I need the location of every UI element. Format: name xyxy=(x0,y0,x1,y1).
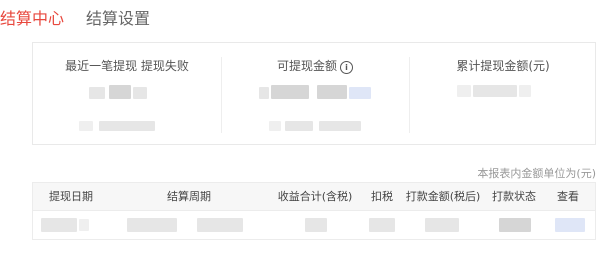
redacted-cell xyxy=(41,218,77,232)
redacted-value xyxy=(133,87,147,99)
summary-latest-withdrawal: 最近一笔提现 提现失败 xyxy=(33,43,221,144)
redacted-value xyxy=(79,121,93,131)
redacted-value xyxy=(319,121,361,131)
latest-withdrawal-title: 最近一笔提现 提现失败 xyxy=(65,59,189,73)
col-settlement-period: 结算周期 xyxy=(167,190,211,203)
redacted-cell xyxy=(425,218,459,232)
view-link[interactable] xyxy=(555,218,585,232)
redacted-value xyxy=(317,85,347,99)
withdrawable-title: 可提现金额 i xyxy=(221,57,409,74)
redacted-value xyxy=(473,85,517,97)
total-withdrawn-title: 累计提现金额(元) xyxy=(456,59,550,73)
redacted-cell xyxy=(499,218,531,232)
amount-unit-note: 本报表内金额单位为(元) xyxy=(477,167,596,180)
redacted-cell xyxy=(305,218,327,232)
redacted-value xyxy=(519,85,531,97)
col-payment-status: 打款状态 xyxy=(492,190,536,203)
withdrawal-table: 提现日期 结算周期 收益合计(含税) 扣税 打款金额(税后) 打款状态 查看 xyxy=(32,182,596,240)
redacted-cell xyxy=(79,219,89,231)
tab-bar: 结算中心 结算设置 xyxy=(0,4,172,30)
tab-settlement-center[interactable]: 结算中心 xyxy=(0,5,64,29)
col-view: 查看 xyxy=(557,190,579,203)
redacted-cell xyxy=(369,218,395,232)
redacted-cell xyxy=(197,218,243,232)
redacted-value xyxy=(89,87,105,99)
table-header: 提现日期 结算周期 收益合计(含税) 扣税 打款金额(税后) 打款状态 查看 xyxy=(33,183,595,211)
redacted-value xyxy=(285,121,313,131)
summary-total-withdrawn: 累计提现金额(元) xyxy=(409,43,597,144)
tab-settlement-settings[interactable]: 结算设置 xyxy=(86,5,150,29)
redacted-value xyxy=(349,87,371,99)
col-withdraw-date: 提现日期 xyxy=(49,190,93,203)
redacted-value xyxy=(109,85,131,99)
redacted-value xyxy=(457,85,471,97)
redacted-value xyxy=(99,121,155,131)
redacted-cell xyxy=(127,218,177,232)
summary-card: 最近一笔提现 提现失败 可提现金额 i 累计提现金额(元) xyxy=(32,42,596,145)
redacted-value xyxy=(259,87,269,99)
redacted-value xyxy=(271,85,309,99)
summary-withdrawable: 可提现金额 i xyxy=(221,43,409,144)
col-tax: 扣税 xyxy=(371,190,393,203)
info-icon[interactable]: i xyxy=(340,61,353,74)
col-payment-after-tax: 打款金额(税后) xyxy=(405,190,481,203)
withdrawable-title-label: 可提现金额 xyxy=(276,59,337,73)
redacted-value xyxy=(269,121,281,131)
col-income-total: 收益合计(含税) xyxy=(277,190,353,203)
